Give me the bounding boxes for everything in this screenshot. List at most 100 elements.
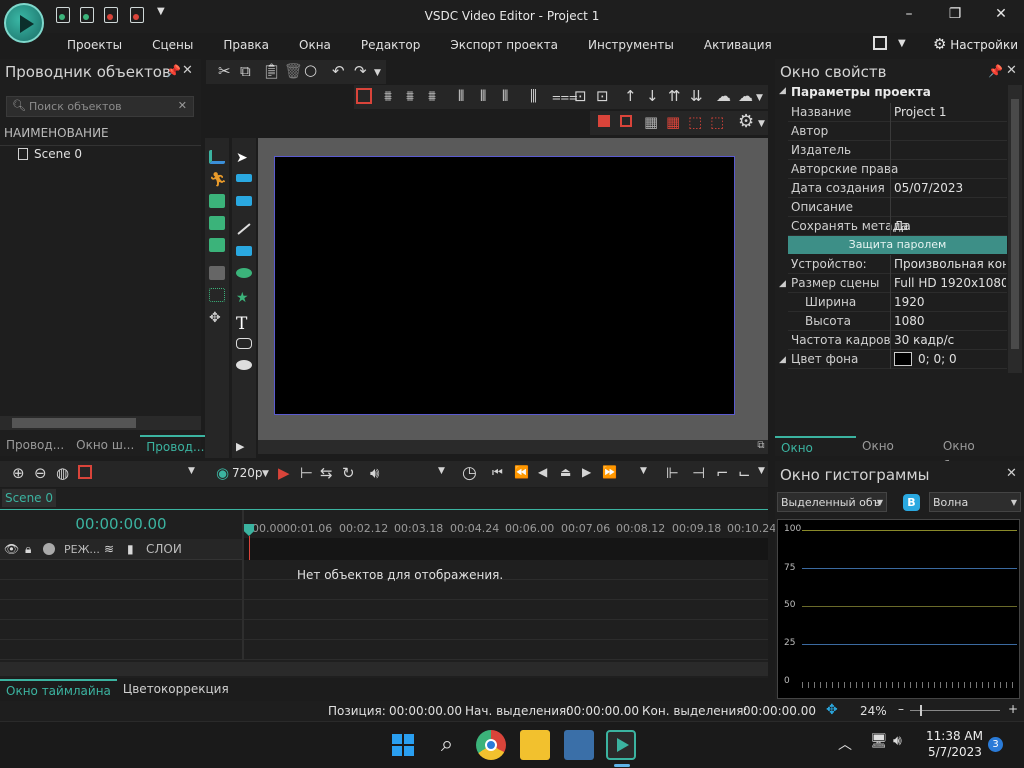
markers-icon[interactable]: ⊣ bbox=[692, 464, 705, 482]
taskbar-date[interactable]: 5/7/2023 bbox=[928, 745, 982, 759]
ellipse-icon[interactable] bbox=[236, 268, 252, 278]
blend-icon[interactable] bbox=[43, 543, 55, 555]
prop-row[interactable]: Ширина 1920 bbox=[788, 293, 1007, 312]
blue-channel-icon[interactable]: B bbox=[903, 494, 920, 511]
repeat-icon[interactable]: ↻ bbox=[342, 464, 355, 482]
scene-canvas[interactable] bbox=[274, 156, 735, 415]
notification-badge[interactable]: 3 bbox=[988, 737, 1003, 752]
copy-icon[interactable]: ⧉ bbox=[240, 62, 251, 80]
align-group-3-icon[interactable]: ⩩ bbox=[428, 87, 436, 105]
track-type-icon[interactable]: ▮ bbox=[127, 542, 134, 556]
undo-icon[interactable]: ↶ bbox=[332, 62, 345, 80]
timeline-scrollbar[interactable] bbox=[0, 662, 768, 676]
chrome-icon[interactable] bbox=[476, 730, 506, 760]
ungroup-icon[interactable]: ☁ bbox=[738, 87, 753, 105]
move-bottom-icon[interactable]: ⇊ bbox=[690, 87, 703, 105]
tab-color-correction[interactable]: Цветокоррекция bbox=[117, 679, 235, 701]
tab-window[interactable]: Окно ш... bbox=[70, 435, 140, 457]
stop-icon[interactable]: ⏏ bbox=[560, 465, 571, 479]
move-down-icon[interactable]: ↓ bbox=[646, 87, 659, 105]
object-search-input[interactable]: 🔍︎ Поиск объектов ✕ bbox=[6, 96, 194, 117]
subtitle-tool-icon[interactable] bbox=[209, 266, 225, 280]
menu-edit[interactable]: Правка bbox=[208, 34, 284, 56]
histogram-source-select[interactable]: Выделенный объ ▼ bbox=[777, 492, 887, 512]
tab-timeline[interactable]: Окно таймлайна bbox=[0, 679, 117, 701]
explorer-horizontal-scrollbar[interactable] bbox=[0, 416, 201, 430]
text-box-icon[interactable] bbox=[236, 174, 252, 182]
image-icon[interactable] bbox=[209, 194, 225, 208]
canvas-settings-gear-icon[interactable]: ⚙ bbox=[738, 111, 754, 132]
open-project-icon[interactable] bbox=[80, 7, 94, 23]
histogram-close-icon[interactable]: ✕ bbox=[1006, 466, 1017, 481]
align-center-icon[interactable]: ⫴ bbox=[480, 87, 486, 105]
zoom-timeline-icon[interactable]: ⌙ bbox=[738, 464, 751, 482]
section-collapse-icon[interactable]: ◢ bbox=[779, 86, 786, 96]
audio-icon[interactable] bbox=[209, 216, 225, 230]
add-track-icon[interactable]: ⊕ bbox=[12, 464, 25, 482]
vsdc-taskbar-icon[interactable] bbox=[606, 730, 636, 760]
resolution-dropdown-icon[interactable]: ▼ bbox=[262, 469, 269, 479]
prop-row[interactable]: Описание bbox=[788, 198, 1007, 217]
canvas-horizontal-scrollbar[interactable] bbox=[258, 440, 754, 454]
fast-forward-icon[interactable]: ⏩ bbox=[602, 465, 617, 479]
speaker-icon[interactable]: 🔊︎ bbox=[893, 733, 902, 749]
prop-row[interactable]: Издатель bbox=[788, 141, 1007, 160]
zoom-in-icon[interactable]: + bbox=[1008, 702, 1018, 716]
playback-dropdown-icon[interactable]: ▼ bbox=[640, 466, 647, 476]
resolution-select[interactable]: 720p bbox=[232, 466, 263, 480]
paste-icon[interactable]: 📋︎ bbox=[262, 62, 281, 80]
remove-track-icon[interactable]: ⊖ bbox=[34, 464, 47, 482]
vsdc-logo-icon[interactable] bbox=[4, 3, 44, 43]
text-icon[interactable]: T bbox=[236, 314, 252, 334]
record-icon[interactable] bbox=[78, 465, 92, 479]
prop-row[interactable]: Размер сценыFull HD 1920x1080 пи bbox=[788, 274, 1007, 293]
prop-row[interactable]: Устройство:Произвольная конф bbox=[788, 255, 1007, 274]
fit-icon[interactable]: ⊡ bbox=[596, 87, 609, 105]
preview-eye-icon[interactable]: ◉ bbox=[216, 464, 229, 482]
closed-captions-icon[interactable] bbox=[236, 338, 252, 349]
line-icon[interactable] bbox=[237, 223, 251, 235]
clear-search-icon[interactable]: ✕ bbox=[178, 99, 187, 112]
prop-row[interactable]: Авторские права bbox=[788, 160, 1007, 179]
redo-dropdown-icon[interactable]: ▼ bbox=[374, 68, 381, 78]
canvas-corner-icon[interactable]: ⧉ bbox=[754, 440, 768, 454]
sprite-icon[interactable]: 🏃︎ bbox=[209, 172, 227, 188]
timeline-more-dropdown-icon[interactable]: ▼ bbox=[758, 466, 765, 476]
move-up-icon[interactable]: ↑ bbox=[624, 87, 637, 105]
snap-icon[interactable]: ⬚ bbox=[688, 113, 702, 131]
layout-icon[interactable] bbox=[873, 36, 887, 50]
snap-2-icon[interactable]: ⬚ bbox=[710, 113, 724, 131]
fit-zoom-icon[interactable]: ✥ bbox=[826, 702, 838, 718]
crop-frame-icon[interactable] bbox=[620, 115, 632, 127]
zoom-out-icon[interactable]: – bbox=[898, 702, 904, 716]
fit-timeline-icon[interactable]: ⌐ bbox=[716, 464, 729, 482]
snap-timeline-icon[interactable]: ⊩ bbox=[666, 464, 679, 482]
menu-editor[interactable]: Редактор bbox=[346, 34, 435, 56]
prop-row[interactable]: Автор bbox=[788, 122, 1007, 141]
selection-tool-icon[interactable] bbox=[209, 288, 225, 302]
menu-export[interactable]: Экспорт проекта bbox=[435, 34, 573, 56]
timeline-scene-tab[interactable]: Scene 0 bbox=[2, 489, 56, 507]
prop-row[interactable]: Частота кадров 30 кадр/с bbox=[788, 331, 1007, 350]
zoom-slider-thumb[interactable] bbox=[920, 705, 922, 716]
menu-tools[interactable]: Инструменты bbox=[573, 34, 689, 56]
polygon-icon[interactable]: ★ bbox=[236, 290, 252, 306]
histogram-mode-select[interactable]: Волна ▼ bbox=[929, 492, 1021, 512]
timeline-toolbar-dropdown-icon[interactable]: ▼ bbox=[188, 466, 195, 476]
windows-start-icon[interactable] bbox=[388, 730, 418, 760]
timeline-divider[interactable] bbox=[242, 510, 244, 660]
align-right-icon[interactable]: ⫴ bbox=[502, 87, 508, 105]
search-taskbar-icon[interactable]: ⌕ bbox=[432, 730, 462, 760]
callout-icon[interactable] bbox=[236, 196, 252, 206]
speech-bubble-icon[interactable] bbox=[236, 360, 252, 370]
canvas-settings-dropdown-icon[interactable]: ▼ bbox=[758, 119, 765, 129]
file-explorer-icon[interactable] bbox=[520, 730, 550, 760]
password-protection-button[interactable]: Защита паролем bbox=[788, 236, 1007, 254]
volume-icon[interactable]: 🔊︎ bbox=[370, 464, 379, 482]
rewind-icon[interactable]: ⏪ bbox=[514, 465, 529, 479]
loop-icon[interactable]: ⇆ bbox=[320, 464, 333, 482]
close-button[interactable]: ✕ bbox=[990, 6, 1012, 26]
grid-icon[interactable]: ▦ bbox=[644, 113, 658, 131]
visibility-eye-icon[interactable]: 👁︎ bbox=[4, 542, 19, 556]
tab-explorer-2[interactable]: Провод... bbox=[140, 435, 211, 457]
